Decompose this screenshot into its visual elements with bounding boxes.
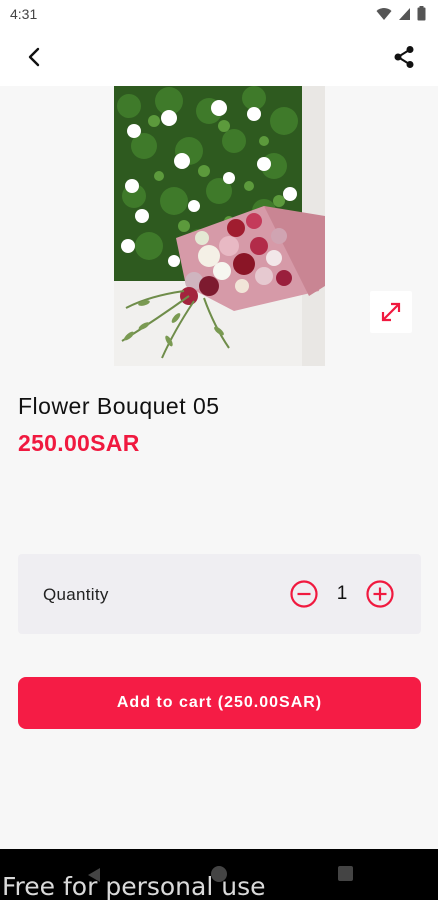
minus-circle-icon (290, 580, 318, 608)
share-icon (394, 46, 414, 68)
quantity-value: 1 (336, 583, 348, 604)
flower-bouquet-photo (114, 86, 325, 366)
quantity-card: Quantity 1 (18, 554, 421, 634)
status-icons (376, 6, 426, 21)
arrow-back-icon (28, 47, 40, 67)
app-bar (0, 28, 438, 86)
nav-recent-apps-icon[interactable] (338, 866, 353, 881)
decrease-quantity-button[interactable] (289, 579, 319, 609)
increase-quantity-button[interactable] (365, 579, 395, 609)
share-button[interactable] (390, 43, 418, 71)
back-button[interactable] (20, 43, 48, 71)
status-time: 4:31 (10, 6, 38, 22)
product-name: Flower Bouquet 05 (18, 393, 220, 419)
quantity-label: Quantity (43, 585, 109, 604)
product-image[interactable] (114, 86, 325, 366)
battery-icon (417, 6, 426, 21)
plus-circle-icon (366, 580, 394, 608)
product-price: 250.00SAR (18, 430, 140, 456)
watermark-text: Free for personal use (2, 872, 266, 900)
status-bar: 4:31 (0, 0, 438, 28)
wifi-icon (376, 7, 392, 20)
signal-icon (399, 7, 410, 20)
add-to-cart-button[interactable]: Add to cart (250.00SAR) (18, 677, 421, 729)
expand-image-button[interactable] (370, 291, 412, 333)
expand-arrows-icon (381, 302, 401, 322)
